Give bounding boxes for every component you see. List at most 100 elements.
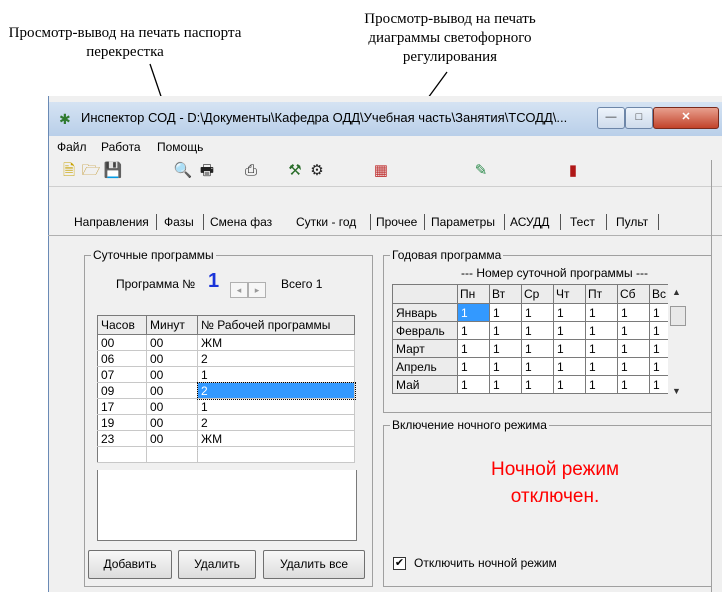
day-program-cell[interactable]: 1 — [553, 357, 586, 376]
day-program-cell[interactable]: 1 — [553, 339, 586, 358]
minimize-button[interactable]: — — [597, 107, 625, 129]
notes-icon[interactable]: ✎ — [471, 161, 491, 181]
print-diagram-icon[interactable]: ⎙ — [241, 161, 261, 181]
program-cell[interactable]: 1 — [197, 398, 355, 415]
diagram-print-icon[interactable]: ▦ — [371, 161, 391, 181]
table-row-empty[interactable] — [97, 446, 355, 463]
column-minutes[interactable]: Минут — [146, 315, 198, 335]
add-button[interactable]: Добавить — [88, 550, 172, 579]
title-bar[interactable]: ✱ Инспектор СОД - D:\Документы\Кафедра О… — [49, 102, 722, 136]
day-program-cell[interactable]: 1 — [585, 339, 618, 358]
tab-phases[interactable]: Фазы — [164, 215, 194, 229]
hour-cell[interactable]: 17 — [97, 398, 147, 415]
tab-remote[interactable]: Пульт — [616, 215, 648, 229]
exit-icon[interactable]: ▮ — [563, 161, 583, 181]
table-row[interactable]: 00 00 ЖМ — [97, 334, 355, 351]
column-program[interactable]: № Рабочей программы — [197, 315, 355, 335]
day-program-cell[interactable]: 1 — [489, 339, 522, 358]
program-cell[interactable]: 2 — [197, 414, 355, 431]
scroll-thumb[interactable] — [670, 306, 686, 326]
minute-cell[interactable]: 00 — [146, 398, 198, 415]
maximize-button[interactable]: □ — [625, 107, 653, 129]
tab-asudd[interactable]: АСУДД — [510, 215, 549, 229]
day-program-cell[interactable]: 1 — [617, 357, 650, 376]
yearly-row[interactable]: Апрель 1 1 1 1 1 1 1 — [392, 357, 682, 376]
day-program-cell[interactable]: 1 — [585, 321, 618, 340]
program-cell-selected[interactable]: 2 — [196, 381, 356, 400]
program-next-button[interactable]: ▸ — [248, 282, 266, 298]
day-program-cell[interactable]: 1 — [553, 375, 586, 394]
yearly-row[interactable]: Февраль 1 1 1 1 1 1 1 — [392, 321, 682, 340]
save-icon[interactable]: 💾 — [103, 161, 123, 181]
open-icon[interactable]: 🗁 — [81, 161, 101, 181]
program-cell[interactable]: ЖМ — [197, 334, 355, 351]
minute-cell[interactable]: 00 — [146, 414, 198, 431]
day-program-cell[interactable]: 1 — [585, 303, 618, 322]
program-cell[interactable]: 1 — [197, 366, 355, 383]
day-program-cell[interactable]: 1 — [457, 357, 490, 376]
day-program-cell[interactable]: 1 — [585, 375, 618, 394]
tab-test[interactable]: Тест — [570, 215, 595, 229]
yearly-row[interactable]: Март 1 1 1 1 1 1 1 — [392, 339, 682, 358]
program-prev-button[interactable]: ◂ — [230, 282, 248, 298]
close-button[interactable]: ✕ — [653, 107, 719, 129]
day-program-cell[interactable]: 1 — [457, 375, 490, 394]
day-program-cell[interactable]: 1 — [521, 321, 554, 340]
scroll-up-icon[interactable]: ▲ — [672, 287, 681, 297]
day-program-cell[interactable]: 1 — [553, 303, 586, 322]
minute-cell[interactable]: 00 — [146, 382, 198, 399]
day-program-cell[interactable]: 1 — [553, 321, 586, 340]
hour-cell[interactable]: 23 — [97, 430, 147, 447]
minute-cell[interactable]: 00 — [146, 334, 198, 351]
new-icon[interactable]: 🗎 — [59, 161, 79, 181]
scroll-down-icon[interactable]: ▼ — [672, 386, 681, 396]
table-row[interactable]: 07 00 1 — [97, 366, 355, 383]
delete-all-button[interactable]: Удалить все — [263, 550, 365, 579]
hour-cell[interactable]: 00 — [97, 334, 147, 351]
table-row[interactable]: 17 00 1 — [97, 398, 355, 415]
tools-icon[interactable]: ⚒ — [285, 161, 305, 181]
day-program-cell[interactable]: 1 — [617, 321, 650, 340]
day-program-cell[interactable]: 1 — [489, 375, 522, 394]
minute-cell[interactable]: 00 — [146, 430, 198, 447]
tab-parameters[interactable]: Параметры — [431, 215, 495, 229]
menu-file[interactable]: Файл — [57, 140, 87, 154]
day-program-cell[interactable]: 1 — [617, 303, 650, 322]
hour-cell[interactable]: 19 — [97, 414, 147, 431]
table-row[interactable]: 23 00 ЖМ — [97, 430, 355, 447]
day-program-cell[interactable]: 1 — [489, 303, 522, 322]
delete-button[interactable]: Удалить — [178, 550, 256, 579]
tab-phase-change[interactable]: Смена фаз — [210, 215, 272, 229]
program-cell[interactable]: ЖМ — [197, 430, 355, 447]
hour-cell[interactable]: 06 — [97, 350, 147, 367]
minute-cell[interactable]: 00 — [146, 366, 198, 383]
day-program-cell[interactable]: 1 — [457, 339, 490, 358]
tab-day-year[interactable]: Сутки - год — [296, 215, 356, 229]
settings-icon[interactable]: ⚙ — [307, 161, 327, 181]
table-row[interactable]: 09 00 2 — [97, 381, 356, 400]
day-program-cell[interactable]: 1 — [585, 357, 618, 376]
disable-night-mode-checkbox[interactable]: ✔ — [393, 557, 406, 570]
hour-cell[interactable]: 07 — [97, 366, 147, 383]
minute-cell[interactable]: 00 — [146, 350, 198, 367]
day-program-cell[interactable]: 1 — [521, 303, 554, 322]
menu-help[interactable]: Помощь — [157, 140, 203, 154]
table-row[interactable]: 06 00 2 — [97, 350, 355, 367]
yearly-scrollbar[interactable]: ▲ ▼ — [668, 284, 686, 400]
column-hours[interactable]: Часов — [97, 315, 147, 335]
day-program-cell[interactable]: 1 — [489, 357, 522, 376]
print-icon[interactable]: 🖶 — [197, 161, 217, 181]
program-cell[interactable]: 2 — [197, 350, 355, 367]
day-program-cell[interactable]: 1 — [617, 375, 650, 394]
day-program-cell[interactable]: 1 — [617, 339, 650, 358]
yearly-row[interactable]: Май 1 1 1 1 1 1 1 — [392, 375, 682, 394]
menu-work[interactable]: Работа — [101, 140, 141, 154]
yearly-row[interactable]: Январь 1 1 1 1 1 1 1 — [392, 303, 682, 322]
day-program-cell[interactable]: 1 — [521, 375, 554, 394]
day-program-cell[interactable]: 1 — [521, 339, 554, 358]
hour-cell[interactable]: 09 — [97, 382, 147, 399]
day-program-cell[interactable]: 1 — [457, 303, 490, 322]
day-program-cell[interactable]: 1 — [489, 321, 522, 340]
table-row[interactable]: 19 00 2 — [97, 414, 355, 431]
tab-directions[interactable]: Направления — [74, 215, 149, 229]
